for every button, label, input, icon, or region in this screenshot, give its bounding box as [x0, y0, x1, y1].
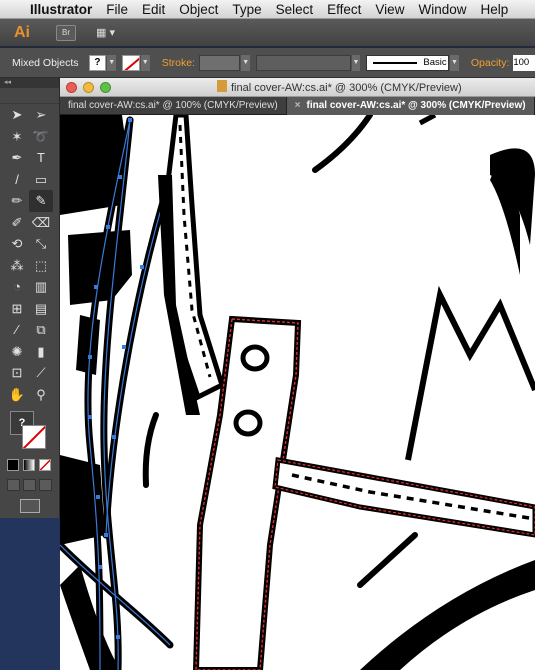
- rotate-tool-icon[interactable]: ⟲: [5, 233, 29, 255]
- stroke-swatch[interactable]: [22, 425, 46, 449]
- graph-tool-icon[interactable]: ▥: [29, 276, 53, 298]
- artwork-curve-left[interactable]: [142, 412, 159, 488]
- magic-wand-tool-icon[interactable]: ✶: [5, 126, 29, 148]
- screen-mode-button[interactable]: [19, 499, 40, 513]
- zoom-window-button[interactable]: [100, 81, 111, 93]
- zoom-tool-icon[interactable]: ⚲: [29, 384, 53, 406]
- line-tool-icon[interactable]: /: [5, 169, 29, 191]
- menu-effect[interactable]: Effect: [327, 2, 361, 17]
- brush-dropdown-icon[interactable]: ▼: [450, 54, 459, 71]
- menu-help[interactable]: Help: [480, 2, 508, 17]
- draw-normal-button[interactable]: [7, 479, 20, 491]
- free-transform-tool-icon[interactable]: ⬚: [29, 255, 53, 277]
- none-mode-button[interactable]: [39, 459, 51, 471]
- arrange-documents-icon[interactable]: ▦ ▾: [96, 25, 122, 41]
- stroke-label[interactable]: Stroke:: [162, 57, 195, 69]
- brush-definition-field[interactable]: Basic: [366, 54, 449, 71]
- illustrator-logo: Ai: [14, 23, 30, 41]
- tools-panel-grip[interactable]: [0, 88, 59, 104]
- tools-panel-header[interactable]: ◂◂: [0, 78, 59, 88]
- tool-grid: ➤ ➢ ✶ ➰ ✒ T / ▭ ✏ ✎ ✐ ⌫ ⟲ ⤡ ⁂ ⬚ ◔ ▥ ⊞ ▤ ⁄ ⧉ ✺ ▮ ⊡ ⟋ ✋ ⚲: [0, 104, 59, 405]
- close-window-button[interactable]: [66, 81, 77, 93]
- minimize-window-button[interactable]: [83, 81, 94, 93]
- eraser-tool-icon[interactable]: ⌫: [29, 212, 53, 234]
- scale-tool-icon[interactable]: ⤡: [29, 233, 53, 255]
- tab-document-100[interactable]: final cover-AW:cs.ai* @ 100% (CMYK/Previ…: [60, 97, 287, 115]
- blob-brush-tool-icon[interactable]: ✐: [5, 212, 29, 234]
- artboard-canvas[interactable]: [60, 115, 535, 670]
- variable-width-profile-field[interactable]: [256, 54, 351, 71]
- artboard-tool-icon[interactable]: ⊡: [5, 362, 29, 384]
- type-tool-icon[interactable]: T: [29, 147, 53, 169]
- opacity-field[interactable]: 100: [513, 54, 535, 71]
- go-to-bridge-button[interactable]: Br: [56, 24, 76, 41]
- brush-style-label: Basic: [423, 57, 447, 68]
- stroke-weight-field[interactable]: [198, 54, 241, 71]
- brush-stroke-preview: [373, 61, 418, 64]
- selection-type-label: Mixed Objects: [12, 56, 79, 69]
- warp-tool-icon[interactable]: ⁂: [5, 255, 29, 277]
- draw-behind-button[interactable]: [23, 479, 36, 491]
- application-bar: Ai Br ▦ ▾: [0, 19, 535, 47]
- draw-inside-button[interactable]: [39, 479, 52, 491]
- draw-mode-row: [0, 479, 59, 491]
- artwork-mark-top-left[interactable]: [312, 115, 373, 173]
- color-mode-button[interactable]: [7, 459, 19, 471]
- fill-stroke-control: ?: [6, 409, 53, 455]
- artwork-buckle-hole-top[interactable]: [240, 344, 270, 372]
- menu-object[interactable]: Object: [179, 2, 218, 17]
- menu-select[interactable]: Select: [276, 2, 314, 17]
- artwork-strap-horizontal[interactable]: [272, 457, 535, 538]
- control-bar: Mixed Objects ? ▼ ▼ Stroke: ▼ ▼ Basic ▼ …: [0, 48, 535, 78]
- gradient-mode-button[interactable]: [23, 459, 35, 471]
- menu-bar: Illustrator File Edit Object Type Select…: [0, 0, 535, 19]
- shape-builder-tool-icon[interactable]: ◔: [5, 276, 29, 298]
- lasso-tool-icon[interactable]: ➰: [29, 126, 53, 148]
- hand-tool-icon[interactable]: ✋: [5, 384, 29, 406]
- artwork-stroke-bottom-right[interactable]: [360, 560, 535, 670]
- artwork[interactable]: [60, 115, 535, 670]
- fill-color-swatch[interactable]: ?: [88, 54, 107, 71]
- pencil-tool-icon[interactable]: ✎: [29, 190, 53, 212]
- blend-tool-icon[interactable]: ⧉: [29, 319, 53, 341]
- document-title-bar: final cover-AW:cs.ai* @ 300% (CMYK/Previ…: [60, 78, 535, 97]
- stroke-weight-dropdown-icon[interactable]: ▼: [241, 54, 251, 71]
- color-mode-row: [0, 459, 59, 471]
- selection-tool-icon[interactable]: ➤: [5, 104, 29, 126]
- artwork-stroke-lower[interactable]: [357, 532, 418, 588]
- menu-type[interactable]: Type: [232, 2, 261, 17]
- menu-window[interactable]: Window: [418, 2, 466, 17]
- document-tab-bar: final cover-AW:cs.ai* @ 100% (CMYK/Previ…: [60, 97, 535, 115]
- app-menu[interactable]: Illustrator: [30, 2, 92, 17]
- fill-dropdown-icon[interactable]: ▼: [107, 54, 117, 71]
- column-graph-tool-icon[interactable]: ▮: [29, 341, 53, 363]
- menu-edit[interactable]: Edit: [142, 2, 165, 17]
- tab-label: final cover-AW:cs.ai* @ 100% (CMYK/Previ…: [68, 100, 278, 111]
- tab-label: final cover-AW:cs.ai* @ 300% (CMYK/Previ…: [306, 100, 526, 111]
- opacity-label[interactable]: Opacity:: [471, 57, 510, 69]
- gradient-tool-icon[interactable]: ▤: [29, 298, 53, 320]
- close-tab-icon[interactable]: ×: [295, 100, 301, 111]
- tab-document-300[interactable]: × final cover-AW:cs.ai* @ 300% (CMYK/Prev…: [286, 97, 535, 115]
- menu-file[interactable]: File: [106, 2, 128, 17]
- rectangle-tool-icon[interactable]: ▭: [29, 169, 53, 191]
- document-window-title: final cover-AW:cs.ai* @ 300% (CMYK/Previ…: [217, 80, 462, 94]
- stroke-color-swatch[interactable]: [122, 54, 140, 71]
- document-window-title-text: final cover-AW:cs.ai* @ 300% (CMYK/Previ…: [231, 82, 462, 94]
- tools-panel: ◂◂ ➤ ➢ ✶ ➰ ✒ T / ▭ ✏ ✎ ✐ ⌫ ⟲ ⤡ ⁂ ⬚ ◔ ▥ ⊞ ▤ ⁄ ⧉ ✺ ▮ ⊡ ⟋ ✋ ⚲ ?: [0, 78, 60, 518]
- symbol-sprayer-tool-icon[interactable]: ✺: [5, 341, 29, 363]
- menu-view[interactable]: View: [375, 2, 404, 17]
- profile-dropdown-icon[interactable]: ▼: [351, 54, 361, 71]
- artwork-tick-right[interactable]: [418, 115, 437, 126]
- stroke-dropdown-icon[interactable]: ▼: [140, 54, 150, 71]
- eyedropper-tool-icon[interactable]: ⁄: [5, 319, 29, 341]
- document-icon: [217, 80, 227, 92]
- slice-tool-icon[interactable]: ⟋: [29, 362, 53, 384]
- artwork-buckle-hole-bottom[interactable]: [233, 409, 263, 437]
- artwork-lightning[interactable]: [405, 285, 535, 461]
- mesh-tool-icon[interactable]: ⊞: [5, 298, 29, 320]
- direct-selection-tool-icon[interactable]: ➢: [29, 104, 53, 126]
- pen-tool-icon[interactable]: ✒: [5, 147, 29, 169]
- paintbrush-tool-icon[interactable]: ✏: [5, 190, 29, 212]
